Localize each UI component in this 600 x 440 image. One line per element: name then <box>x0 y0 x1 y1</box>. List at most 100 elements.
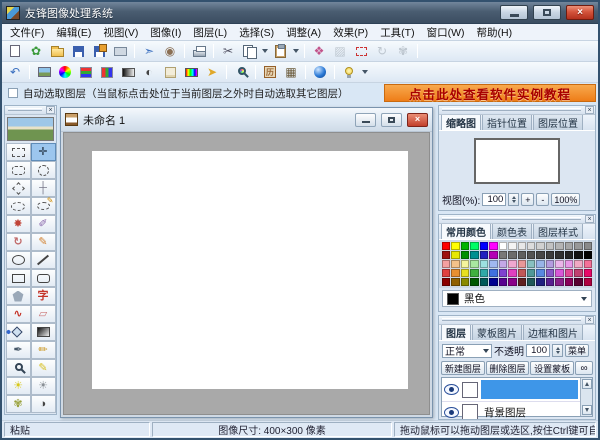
layer-visibility-eye-icon[interactable] <box>444 384 459 395</box>
tool-lasso-select[interactable] <box>6 197 31 215</box>
color-swatch[interactable] <box>574 251 582 259</box>
color-swatch[interactable] <box>584 260 592 268</box>
color-swatch[interactable] <box>451 251 459 259</box>
maximize-button[interactable] <box>533 5 561 20</box>
navigator-tab-3[interactable]: 图层位置 <box>533 113 583 130</box>
navigator-thumbnail[interactable] <box>474 138 560 184</box>
color-swatch[interactable] <box>555 269 563 277</box>
color-swatch[interactable] <box>461 269 469 277</box>
image-canvas[interactable] <box>92 151 408 389</box>
paste-icon[interactable] <box>270 42 290 60</box>
rgb-bars-icon[interactable] <box>97 63 117 81</box>
tool-row-select[interactable]: ┼ <box>31 179 56 197</box>
tool-text[interactable]: 字 <box>31 287 56 305</box>
zoom-in-button[interactable]: + <box>521 193 534 206</box>
document-maximize-button[interactable] <box>381 113 402 127</box>
color-swatch[interactable] <box>518 269 526 277</box>
color-swatch[interactable] <box>546 242 554 250</box>
blend-mode-select[interactable]: 正常 <box>442 344 492 358</box>
color-swatch[interactable] <box>508 260 516 268</box>
color-swatch[interactable] <box>480 269 488 277</box>
opacity-input[interactable]: 100 <box>526 344 550 357</box>
tool-polygon-shape[interactable] <box>6 287 31 305</box>
tutorial-banner-link[interactable]: 点击此处查看软件实例教程 <box>384 84 596 102</box>
color-swatch[interactable] <box>480 278 488 286</box>
texture-icon[interactable] <box>160 63 180 81</box>
color-swatch[interactable] <box>527 269 535 277</box>
color-swatch[interactable] <box>499 260 507 268</box>
menu-item-9[interactable]: 工具(T) <box>374 24 420 41</box>
colors-tab-1[interactable]: 常用颜色 <box>441 222 491 239</box>
tool-smudge[interactable]: ✾ <box>6 395 31 413</box>
web-sphere-icon[interactable] <box>310 63 330 81</box>
color-swatch[interactable] <box>470 242 478 250</box>
copy-icon[interactable] <box>239 42 259 60</box>
calendar-icon[interactable]: 历 <box>260 63 280 81</box>
color-swatch[interactable] <box>574 260 582 268</box>
rotate-icon[interactable]: ↻ <box>372 42 392 60</box>
tool-zoom[interactable] <box>6 359 31 377</box>
menu-item-1[interactable]: 文件(F) <box>4 24 50 41</box>
color-swatch[interactable] <box>536 278 544 286</box>
menu-item-5[interactable]: 图层(L) <box>187 24 233 41</box>
view-zoom-input[interactable]: 100 <box>482 193 506 206</box>
color-swatch[interactable] <box>574 242 582 250</box>
copy-dropdown-icon[interactable] <box>260 42 269 60</box>
navigator-panel-header[interactable]: × <box>439 106 595 115</box>
color-swatch[interactable] <box>442 251 450 259</box>
layer-action-button-3[interactable]: 设置蒙板 <box>530 361 574 375</box>
layer-link-button[interactable]: ∞ <box>575 361 593 375</box>
menu-item-10[interactable]: 窗口(W) <box>421 24 471 41</box>
color-swatch[interactable] <box>584 251 592 259</box>
navigator-tab-2[interactable]: 指针位置 <box>482 113 532 130</box>
color-swatch[interactable] <box>527 251 535 259</box>
color-swatch[interactable] <box>499 278 507 286</box>
tools-palette-header[interactable]: × <box>5 106 56 115</box>
color-gradient-icon[interactable] <box>181 63 201 81</box>
document-minimize-button[interactable] <box>355 113 376 127</box>
layers-tab-1[interactable]: 图层 <box>441 323 471 340</box>
color-swatch[interactable] <box>574 278 582 286</box>
color-swatch[interactable] <box>442 269 450 277</box>
color-swatch[interactable] <box>536 269 544 277</box>
tool-select-pen[interactable]: ✐ <box>31 215 56 233</box>
color-swatch[interactable] <box>489 269 497 277</box>
layer-visibility-eye-icon[interactable] <box>444 407 459 418</box>
layer-row[interactable] <box>442 378 580 402</box>
menu-item-2[interactable]: 编辑(E) <box>50 24 97 41</box>
color-swatch[interactable] <box>518 260 526 268</box>
color-swatch[interactable] <box>461 242 469 250</box>
color-swatch[interactable] <box>451 242 459 250</box>
color-swatch[interactable] <box>565 278 573 286</box>
tips-dropdown-icon[interactable] <box>360 63 369 81</box>
selection-frame-icon[interactable] <box>351 42 371 60</box>
color-swatch[interactable] <box>555 251 563 259</box>
color-swatch[interactable] <box>442 260 450 268</box>
table-icon[interactable]: ▦ <box>281 63 301 81</box>
color-swatch[interactable] <box>470 251 478 259</box>
color-swatch[interactable] <box>565 269 573 277</box>
color-swatch[interactable] <box>508 269 516 277</box>
tool-rect-select[interactable] <box>6 143 31 161</box>
zoom-out-button[interactable]: - <box>536 193 549 206</box>
close-panel-icon[interactable]: × <box>585 316 594 324</box>
color-swatch[interactable] <box>499 242 507 250</box>
menu-item-6[interactable]: 选择(S) <box>233 24 280 41</box>
color-swatch[interactable] <box>536 242 544 250</box>
tool-lighten[interactable]: ☀ <box>6 377 31 395</box>
colors-tab-3[interactable]: 图层样式 <box>533 222 583 239</box>
menu-item-8[interactable]: 效果(P) <box>327 24 374 41</box>
colors-panel-header[interactable]: × <box>439 215 595 224</box>
tool-ellipse-select[interactable] <box>31 161 56 179</box>
color-swatch[interactable] <box>584 242 592 250</box>
contrast-icon[interactable]: ◐ <box>139 63 159 81</box>
tool-eyedropper[interactable]: ✒ <box>6 341 31 359</box>
color-swatch[interactable] <box>527 278 535 286</box>
new-document-icon[interactable] <box>5 42 25 60</box>
close-panel-icon[interactable]: × <box>585 106 594 114</box>
tool-lasso-pen-select[interactable] <box>31 197 56 215</box>
color-swatch[interactable] <box>555 260 563 268</box>
color-swatch[interactable] <box>480 260 488 268</box>
layer-menu-button[interactable]: 菜单 <box>565 344 589 357</box>
layer-action-button-1[interactable]: 新建图层 <box>441 361 485 375</box>
